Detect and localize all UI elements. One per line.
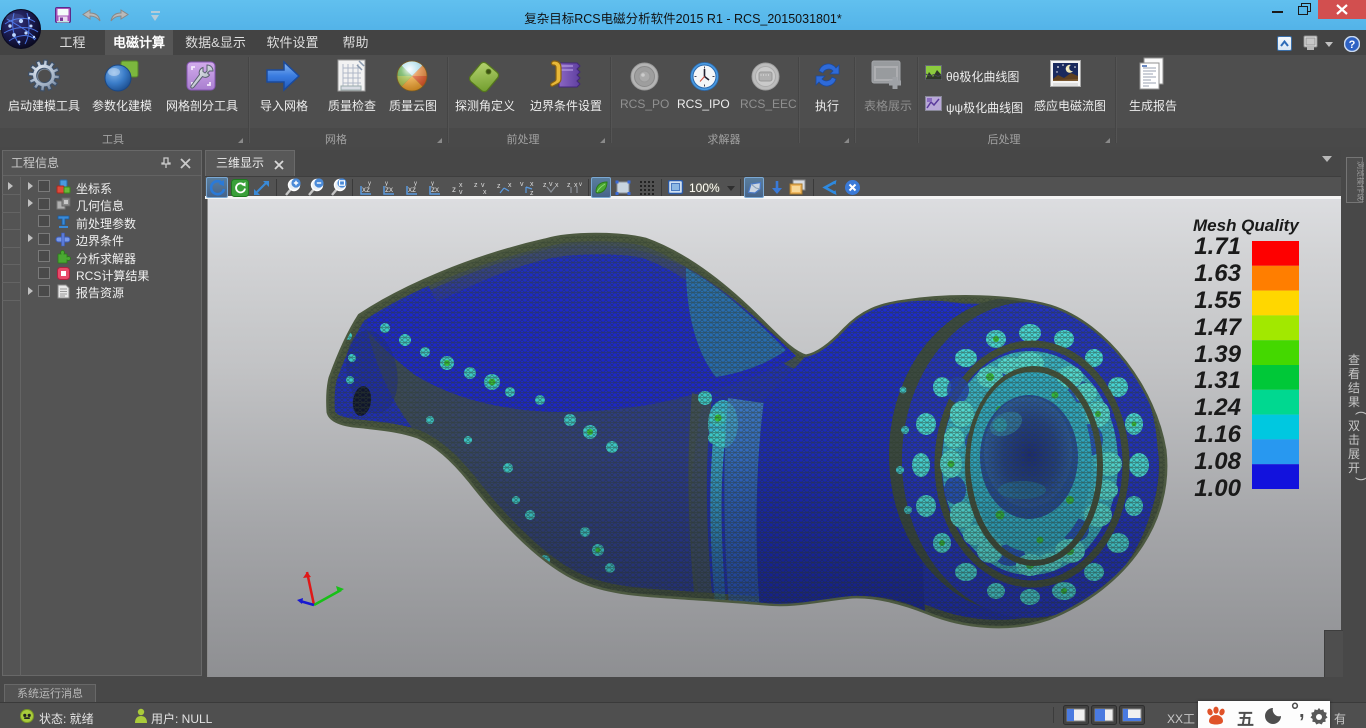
svg-text:1.39: 1.39 xyxy=(1194,341,1241,368)
svg-text:开: 开 xyxy=(1348,461,1360,475)
svg-text:击: 击 xyxy=(1348,433,1360,447)
svg-text:z: z xyxy=(474,182,478,189)
svg-text:z: z xyxy=(567,182,571,189)
svg-text:果: 果 xyxy=(1348,395,1360,409)
svg-text:1.63: 1.63 xyxy=(1194,260,1241,287)
svg-text:y: y xyxy=(431,181,434,187)
svg-text:(: ( xyxy=(1355,411,1366,415)
svg-text:x: x xyxy=(530,181,534,188)
svg-text:?: ? xyxy=(1349,39,1356,51)
svg-text:x: x xyxy=(508,182,512,189)
svg-text:v: v xyxy=(459,189,463,196)
svg-text:双: 双 xyxy=(1348,419,1360,433)
svg-text:1.31: 1.31 xyxy=(1194,367,1241,394)
svg-text:查: 查 xyxy=(1348,353,1360,367)
svg-text:看: 看 xyxy=(1348,367,1360,381)
svg-text:1.00: 1.00 xyxy=(1194,475,1241,502)
svg-text:y: y xyxy=(414,181,417,187)
svg-text:1.55: 1.55 xyxy=(1194,287,1241,314)
svg-text:x: x xyxy=(459,182,463,189)
svg-text:v: v xyxy=(481,182,485,189)
svg-text:z: z xyxy=(530,190,534,197)
svg-text:x: x xyxy=(483,189,487,196)
svg-text:1.71: 1.71 xyxy=(1194,233,1241,260)
svg-text:y: y xyxy=(368,181,371,187)
svg-text:x: x xyxy=(574,182,578,189)
svg-text:z: z xyxy=(452,185,456,194)
svg-text:z: z xyxy=(497,183,501,190)
svg-text:1.47: 1.47 xyxy=(1194,314,1242,341)
svg-text:v: v xyxy=(549,181,553,188)
svg-text:展: 展 xyxy=(1348,447,1360,461)
svg-text:x: x xyxy=(555,182,559,189)
svg-text:v: v xyxy=(520,181,524,188)
svg-text:1.08: 1.08 xyxy=(1194,448,1241,475)
svg-text:): ) xyxy=(1355,477,1366,481)
svg-text:1.24: 1.24 xyxy=(1194,394,1241,421)
svg-text:浏览操作说明: 浏览操作说明 xyxy=(1356,161,1364,202)
svg-text:z: z xyxy=(543,182,547,189)
svg-text:y: y xyxy=(385,181,388,187)
svg-text:v: v xyxy=(579,182,582,188)
svg-text:结: 结 xyxy=(1348,381,1360,395)
svg-text:1.16: 1.16 xyxy=(1194,421,1241,448)
